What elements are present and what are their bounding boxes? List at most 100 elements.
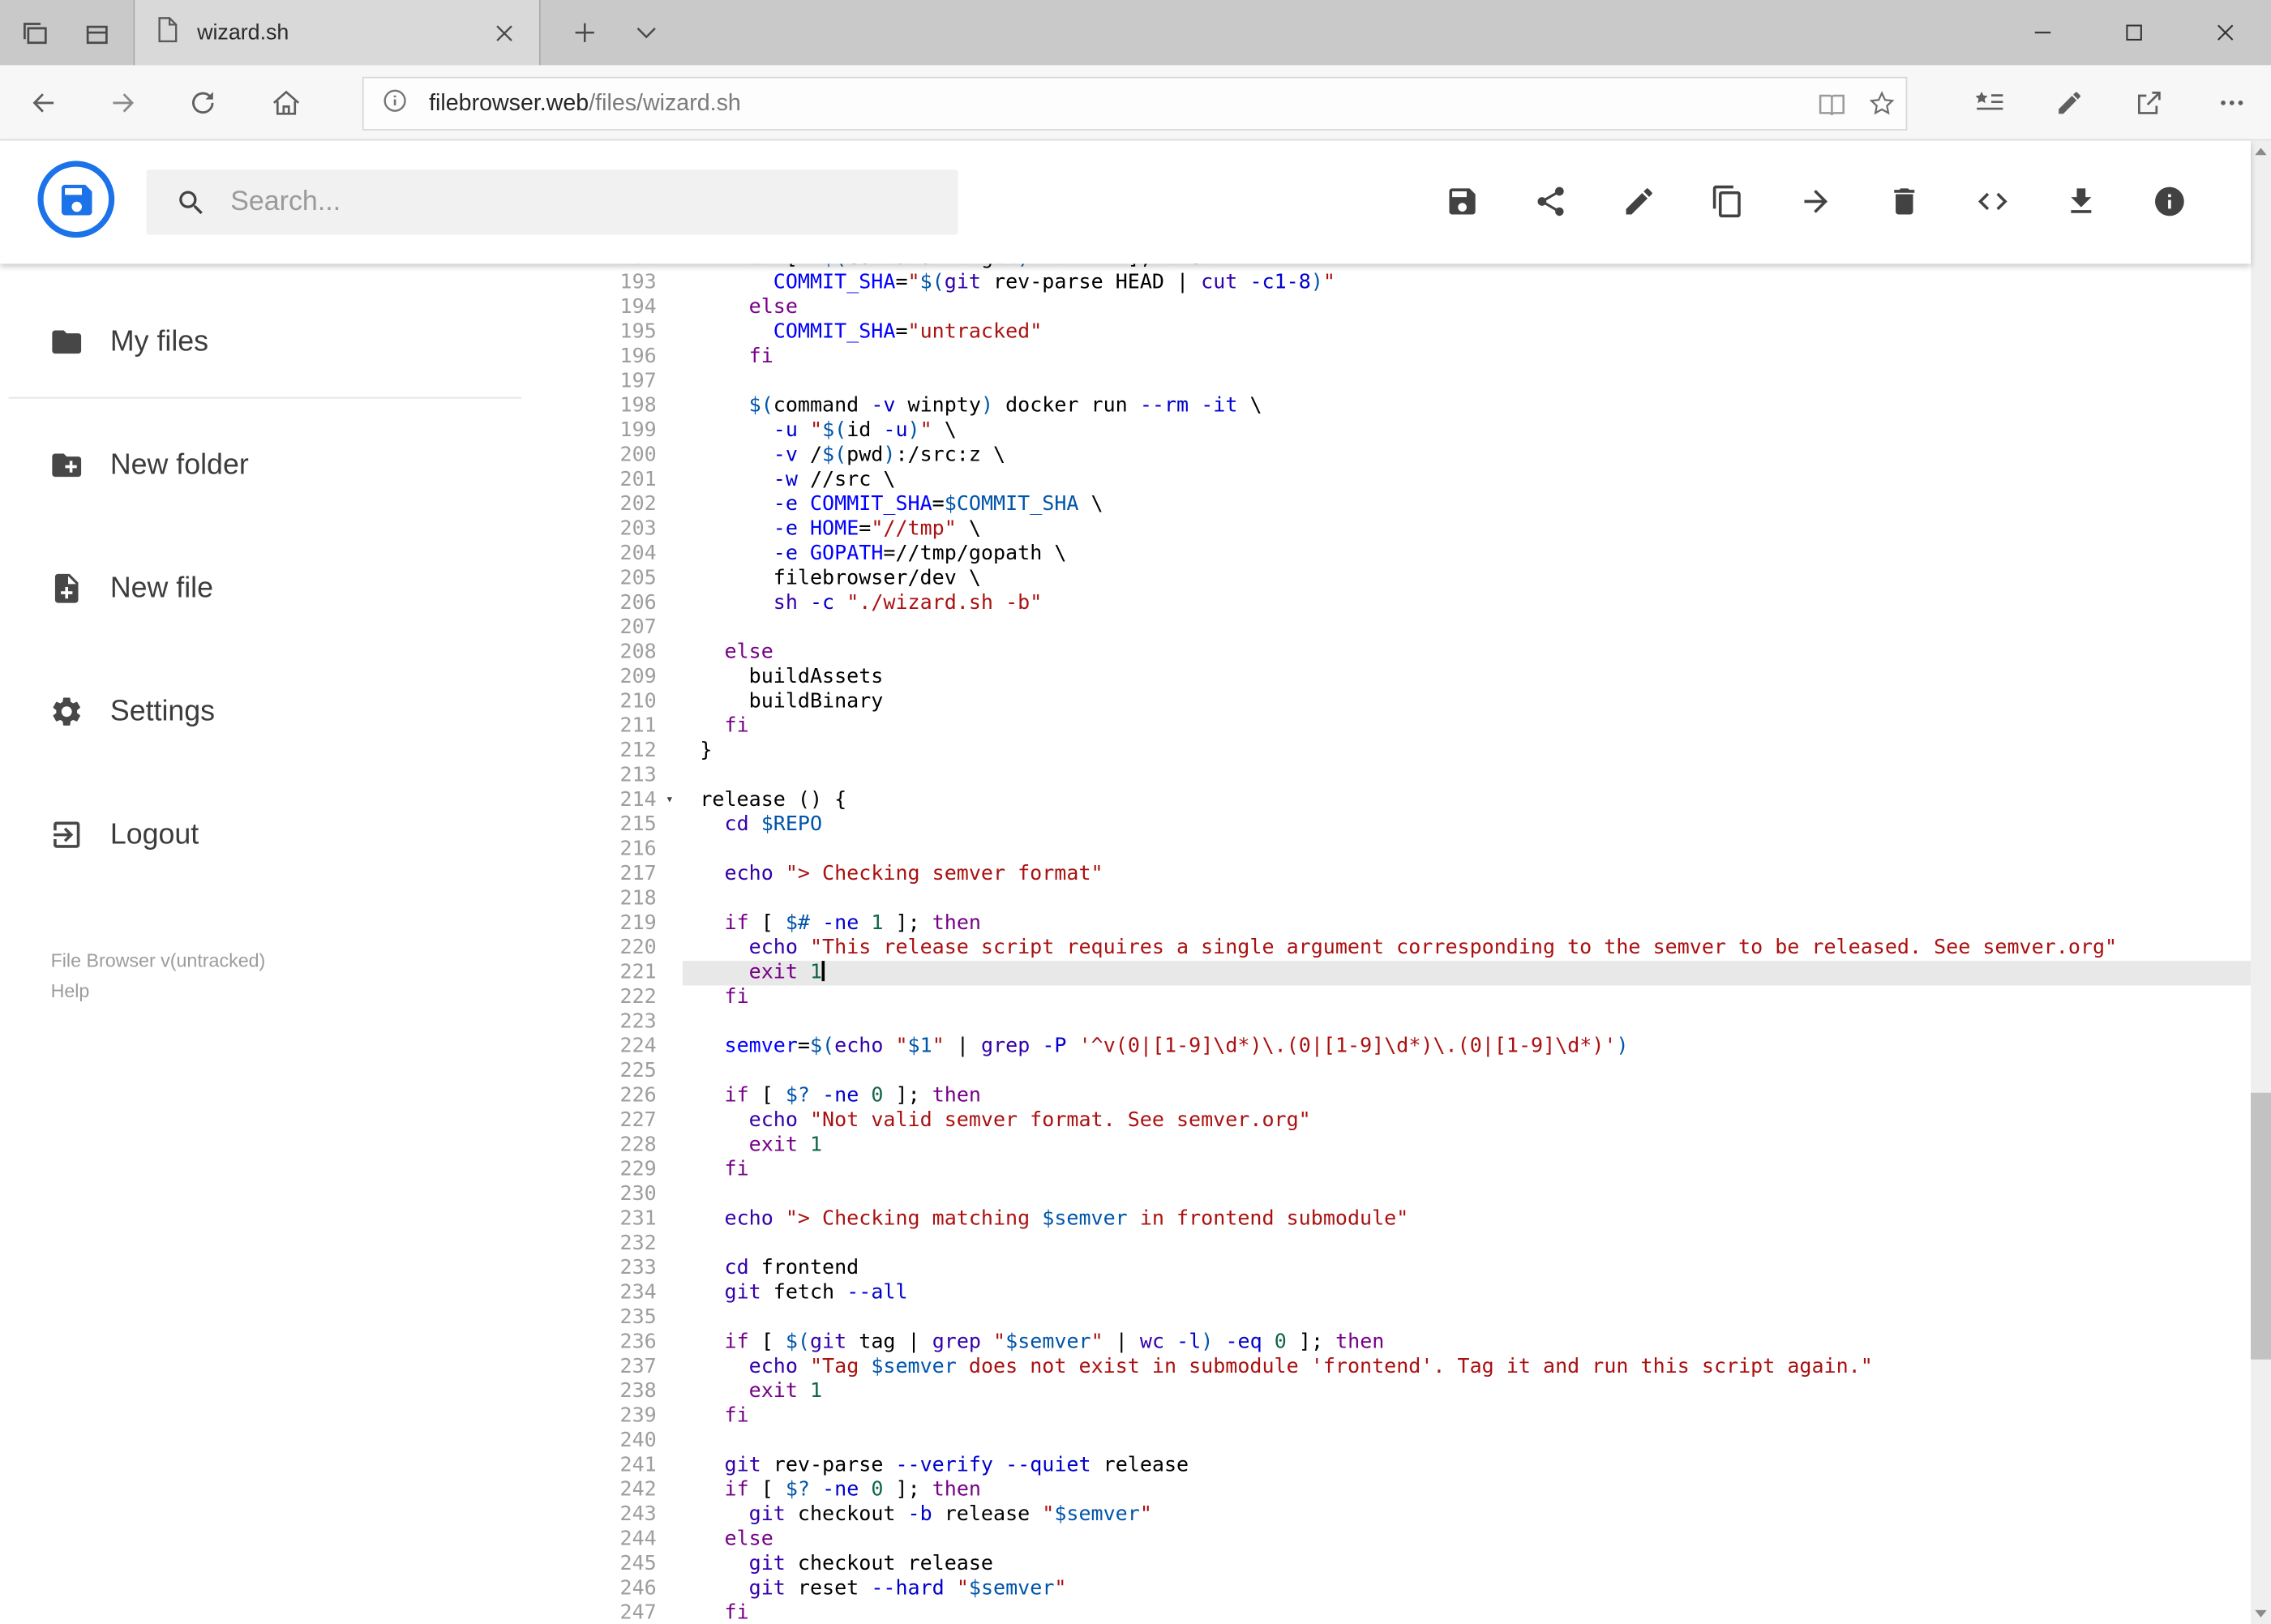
fold-arrow-icon[interactable]: ▾	[657, 788, 683, 812]
filebrowser-logo[interactable]	[37, 161, 115, 238]
code-text[interactable]: cd frontend	[683, 1257, 2251, 1281]
favorite-star-icon[interactable]	[1857, 82, 1906, 126]
maximize-button[interactable]	[2089, 0, 2180, 65]
web-note-pen-icon[interactable]	[2042, 81, 2097, 125]
code-text[interactable]: -e GOPATH=//tmp/gopath \	[683, 542, 2251, 567]
code-line[interactable]: 235	[584, 1306, 2251, 1330]
code-text[interactable]: echo "This release script requires a sin…	[683, 936, 2251, 961]
close-window-button[interactable]	[2179, 0, 2271, 65]
code-text[interactable]	[683, 764, 2251, 788]
code-line[interactable]: 213	[584, 764, 2251, 788]
code-line[interactable]: 226 if [ $? -ne 0 ]; then	[584, 1084, 2251, 1108]
code-text[interactable]	[683, 887, 2251, 911]
code-line[interactable]: 245 git checkout release	[584, 1552, 2251, 1576]
code-text[interactable]: filebrowser/dev \	[683, 567, 2251, 591]
code-text[interactable]: echo "Not valid semver format. See semve…	[683, 1108, 2251, 1133]
code-line[interactable]: 203 -e HOME="//tmp" \	[584, 517, 2251, 542]
code-text[interactable]: $(command -v winpty) docker run --rm -it…	[683, 394, 2251, 418]
code-text[interactable]: -w //src \	[683, 468, 2251, 492]
settings-more-icon[interactable]	[2205, 81, 2260, 125]
code-line[interactable]: 199 -u "$(id -u)" \	[584, 419, 2251, 443]
code-text[interactable]: git rev-parse --verify --quiet release	[683, 1454, 2251, 1478]
code-line[interactable]: 244 else	[584, 1528, 2251, 1552]
save-button[interactable]	[1445, 184, 1480, 219]
code-line[interactable]: 228 exit 1	[584, 1133, 2251, 1158]
code-line[interactable]: 230	[584, 1183, 2251, 1207]
code-line[interactable]: 236 if [ $(git tag | grep "$semver" | wc…	[584, 1330, 2251, 1355]
code-text[interactable]: if [ $(git tag | grep "$semver" | wc -l)…	[683, 1330, 2251, 1355]
code-text[interactable]: -v /$(pwd):/src:z \	[683, 443, 2251, 468]
sidebar-item-new-folder[interactable]: New folder	[0, 431, 584, 500]
code-text[interactable]	[683, 1306, 2251, 1330]
code-line[interactable]: 231 echo "> Checking matching $semver in…	[584, 1207, 2251, 1232]
scroll-down-arrow[interactable]	[2251, 1603, 2271, 1624]
tab-close-icon[interactable]	[487, 15, 522, 50]
home-button[interactable]	[261, 81, 311, 125]
code-line[interactable]: 237 echo "Tag $semver does not exist in …	[584, 1355, 2251, 1379]
code-line[interactable]: 202 -e COMMIT_SHA=$COMMIT_SHA \	[584, 493, 2251, 517]
code-text[interactable]: semver=$(echo "$1" | grep -P '^v(0|[1-9]…	[683, 1035, 2251, 1059]
code-text[interactable]: if [ "$(command -v git)" != "" ]; then	[683, 264, 2251, 271]
code-line[interactable]: 201 -w //src \	[584, 468, 2251, 492]
code-text[interactable]: COMMIT_SHA="untracked"	[683, 320, 2251, 345]
code-text[interactable]: sh -c "./wizard.sh -b"	[683, 591, 2251, 615]
code-line[interactable]: 207	[584, 616, 2251, 641]
code-line[interactable]: 246 git reset --hard "$semver"	[584, 1577, 2251, 1601]
code-text[interactable]: else	[683, 1528, 2251, 1552]
scrollbar-thumb[interactable]	[2250, 1092, 2271, 1360]
sidebar-item-settings[interactable]: Settings	[0, 677, 584, 747]
delete-button[interactable]	[1887, 184, 1922, 219]
code-text[interactable]: fi	[683, 1404, 2251, 1429]
help-link[interactable]: Help	[51, 975, 585, 1006]
site-info-icon[interactable]	[381, 86, 409, 121]
sidebar-item-new-file[interactable]: New file	[0, 554, 584, 623]
move-button[interactable]	[1798, 184, 1833, 219]
reading-view-icon[interactable]	[1807, 82, 1857, 126]
code-line[interactable]: 242 if [ $? -ne 0 ]; then	[584, 1478, 2251, 1502]
code-text[interactable]	[683, 1010, 2251, 1035]
code-text[interactable]: else	[683, 296, 2251, 320]
code-line[interactable]: 224 semver=$(echo "$1" | grep -P '^v(0|[…	[584, 1035, 2251, 1059]
code-text[interactable]: if [ $? -ne 0 ]; then	[683, 1084, 2251, 1108]
code-line[interactable]: 197	[584, 370, 2251, 394]
minimize-button[interactable]	[1997, 0, 2089, 65]
code-text[interactable]: else	[683, 641, 2251, 665]
code-line[interactable]: 192 if [ "$(command -v git)" != "" ]; th…	[584, 264, 2251, 271]
code-line[interactable]: 208 else	[584, 641, 2251, 665]
code-text[interactable]	[683, 1429, 2251, 1453]
set-tabs-aside-icon[interactable]	[11, 11, 61, 54]
code-text[interactable]: echo "> Checking matching $semver in fro…	[683, 1207, 2251, 1232]
url-box[interactable]: filebrowser.web/files/wizard.sh	[362, 76, 1908, 131]
code-line[interactable]: 223	[584, 1010, 2251, 1035]
code-line[interactable]: 234 git fetch --all	[584, 1281, 2251, 1305]
vertical-scrollbar[interactable]	[2250, 140, 2271, 1624]
code-text[interactable]: buildBinary	[683, 690, 2251, 714]
code-text[interactable]: fi	[683, 714, 2251, 739]
back-button[interactable]	[19, 81, 68, 125]
code-editor[interactable]: 192 if [ "$(command -v git)" != "" ]; th…	[584, 264, 2251, 1624]
code-text[interactable]: release () {	[683, 788, 2251, 812]
info-button[interactable]	[2152, 184, 2187, 219]
refresh-button[interactable]	[178, 81, 228, 125]
code-text[interactable]	[683, 1232, 2251, 1256]
code-line[interactable]: 233 cd frontend	[584, 1257, 2251, 1281]
code-line[interactable]: 239 fi	[584, 1404, 2251, 1429]
code-line[interactable]: 220 echo "This release script requires a…	[584, 936, 2251, 961]
code-line[interactable]: 198 $(command -v winpty) docker run --rm…	[584, 394, 2251, 418]
sidebar-item-my-files[interactable]: My files	[0, 307, 584, 377]
code-line[interactable]: 225	[584, 1060, 2251, 1084]
code-text[interactable]: git fetch --all	[683, 1281, 2251, 1305]
share-page-icon[interactable]	[2122, 81, 2177, 125]
code-line[interactable]: 195 COMMIT_SHA="untracked"	[584, 320, 2251, 345]
code-text[interactable]: fi	[683, 1601, 2251, 1623]
code-line[interactable]: 214 ▾ release () {	[584, 788, 2251, 812]
code-text[interactable]: fi	[683, 345, 2251, 369]
code-text[interactable]: git checkout -b release "$semver"	[683, 1503, 2251, 1528]
code-line[interactable]: 200 -v /$(pwd):/src:z \	[584, 443, 2251, 468]
sidebar-item-logout[interactable]: Logout	[0, 800, 584, 870]
code-text[interactable]	[683, 616, 2251, 641]
code-line[interactable]: 212}	[584, 739, 2251, 764]
code-line[interactable]: 205 filebrowser/dev \	[584, 567, 2251, 591]
code-text[interactable]: exit 1	[683, 1380, 2251, 1404]
code-text[interactable]: cd $REPO	[683, 813, 2251, 838]
